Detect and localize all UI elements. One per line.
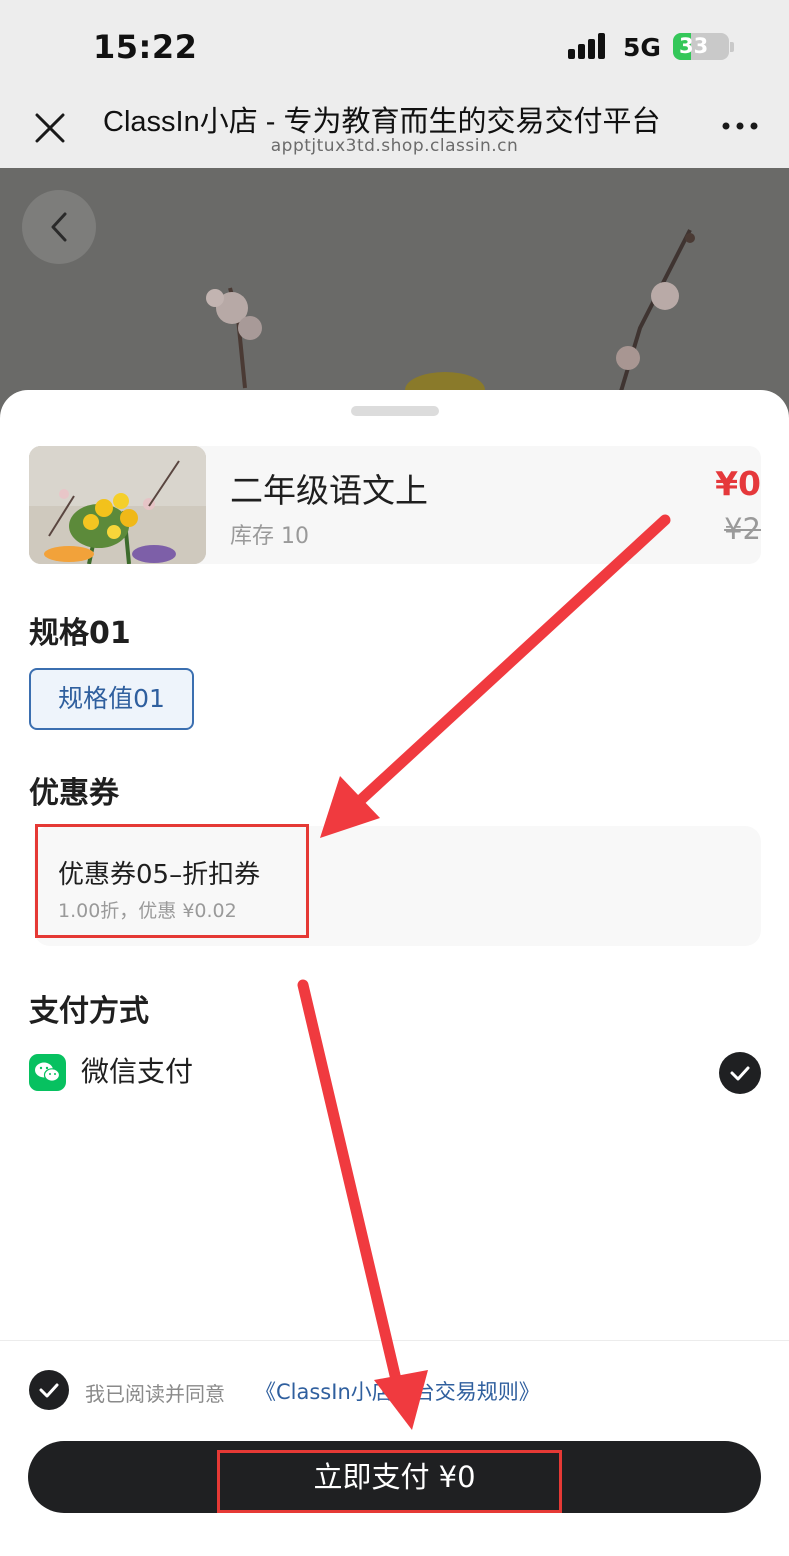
page-title: ClassIn小店 - 专为教育而生的交易交付平台 [103, 106, 661, 138]
battery-icon: 33 [673, 33, 729, 60]
product-name: 二年级语文上 [230, 471, 428, 510]
product-summary: 二年级语文上 库存 10 ¥0 ¥2 [29, 446, 761, 564]
payment-method-label: 微信支付 [81, 1055, 194, 1088]
more-icon[interactable] [720, 116, 760, 136]
order-sheet: 二年级语文上 库存 10 ¥0 ¥2 规格01 规格值01 优惠券 优惠券05–… [0, 390, 789, 1556]
coupon-section-title: 优惠券 [29, 776, 119, 811]
status-time: 15:22 [93, 28, 198, 66]
agreement-rules-link[interactable]: 《ClassIn小店平台交易规则》 [255, 1376, 540, 1406]
cellular-signal-icon [568, 33, 610, 59]
wechat-icon [29, 1054, 66, 1091]
original-price: ¥2 [724, 512, 761, 546]
check-icon [39, 1383, 59, 1398]
spec-option-chip[interactable]: 规格值01 [29, 668, 194, 730]
coupon-highlight-box [35, 824, 309, 938]
sheet-drag-handle[interactable] [351, 406, 439, 416]
agreement-text: 我已阅读并同意 [85, 1382, 225, 1406]
network-type: 5G [623, 33, 661, 62]
pay-button-highlight-box [217, 1450, 562, 1513]
product-thumbnail [29, 446, 206, 564]
footer-divider [0, 1340, 789, 1341]
spec-section-title: 规格01 [29, 616, 131, 651]
browser-nav-bar: ClassIn小店 - 专为教育而生的交易交付平台 apptjtux3td.sh… [0, 92, 789, 168]
payment-option-wechat[interactable]: 微信支付 [29, 1050, 761, 1094]
back-button[interactable] [22, 190, 96, 264]
page-url: apptjtux3td.shop.classin.cn [270, 136, 519, 156]
payment-section-title: 支付方式 [29, 994, 149, 1029]
agreement-checkbox[interactable] [29, 1370, 69, 1410]
status-bar: 15:22 5G 33 [0, 0, 789, 92]
product-stock: 库存 10 [230, 524, 309, 549]
payment-selected-check-icon[interactable] [719, 1052, 761, 1094]
chevron-left-icon [51, 212, 67, 242]
battery-percent: 33 [679, 34, 709, 58]
current-price: ¥0 [715, 464, 761, 503]
agreement-row: 我已阅读并同意 《ClassIn小店平台交易规则》 [29, 1370, 769, 1412]
product-photo [0, 168, 789, 428]
battery-tip [730, 42, 734, 52]
